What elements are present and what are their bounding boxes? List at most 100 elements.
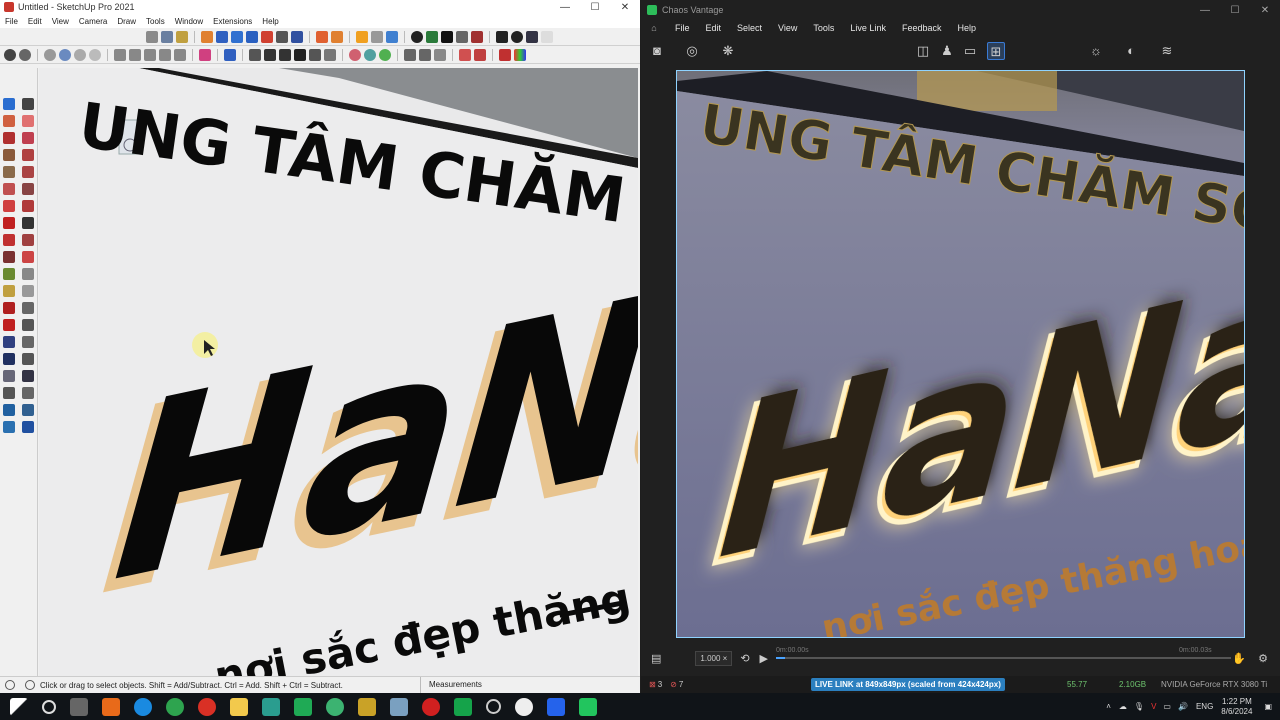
sandbox-icon[interactable] [3, 404, 15, 416]
network-icon[interactable]: ▭ [1163, 702, 1171, 711]
wireframe-icon[interactable] [264, 48, 276, 61]
smoove-icon[interactable] [22, 404, 34, 416]
geo-location-icon[interactable] [5, 680, 15, 690]
app-icon-10[interactable] [515, 697, 533, 716]
clapper-icon[interactable]: ▤ [651, 652, 661, 665]
section-cut-icon[interactable] [364, 48, 376, 61]
search-icon[interactable] [42, 699, 56, 714]
front-view-icon[interactable] [144, 48, 156, 61]
camera-icon[interactable]: ◫ [914, 42, 932, 60]
app-icon-5[interactable] [326, 697, 344, 716]
position-camera-icon[interactable] [3, 370, 15, 382]
timeline-zoom[interactable]: 1.000 × [695, 650, 733, 666]
menu-file[interactable]: File [0, 17, 23, 26]
menu-window[interactable]: Window [170, 17, 208, 26]
orbit-tool-icon[interactable] [3, 319, 15, 331]
sketchup-taskbar-icon[interactable] [547, 697, 565, 716]
circle-tool-icon[interactable] [3, 166, 15, 178]
zoom-extents-icon[interactable] [3, 353, 15, 365]
vantage-close-button[interactable]: ✕ [1250, 5, 1280, 16]
3pt-arc-icon[interactable] [3, 200, 15, 212]
solid-tools-icon[interactable] [474, 48, 486, 61]
vantage-menu-select[interactable]: Select [729, 23, 770, 33]
edge-icon[interactable] [134, 697, 152, 716]
sun-icon[interactable]: ☼ [1087, 42, 1105, 60]
zoom-extents-icon[interactable] [89, 48, 101, 61]
hand-icon[interactable]: ✋ [1232, 652, 1246, 665]
rectangle-tool-icon[interactable] [3, 149, 15, 161]
render-settings-icon[interactable]: ◎ [683, 42, 701, 60]
section-fill-icon[interactable] [379, 48, 391, 61]
app-icon-3[interactable] [262, 697, 280, 716]
cloud-icon[interactable] [471, 30, 483, 43]
zoom-window-icon[interactable] [22, 336, 34, 348]
vantage-render-viewport[interactable]: UNG TÂM CHĂM SÓC S HaNa Sp HaNa Sp nơi s… [676, 70, 1245, 638]
palette-icon[interactable] [514, 48, 526, 61]
app-icon-8[interactable] [454, 697, 472, 716]
back-view-icon[interactable] [174, 48, 186, 61]
rotate-tool-icon[interactable] [3, 234, 15, 246]
look-around-icon[interactable] [3, 387, 15, 399]
sketchup-viewport[interactable]: UNG TÂM CHĂM SÓC S HaNa Sp HaNa Sp nơi s… [39, 68, 638, 676]
pan-tool-icon[interactable] [22, 319, 34, 331]
select-tool-icon[interactable] [3, 98, 15, 110]
clock[interactable]: 1:22 PM 8/6/2024 [1221, 697, 1252, 717]
vray-icon[interactable] [4, 48, 16, 61]
live-link-badge[interactable]: LIVE LINK at 849x849px (scaled from 424x… [811, 678, 1005, 691]
vantage-menu-live-link[interactable]: Live Link [842, 23, 894, 33]
move-tool-icon[interactable] [3, 217, 15, 229]
home-icon[interactable]: ⌂ [641, 23, 667, 33]
chrome-icon[interactable] [198, 697, 216, 716]
components-icon[interactable] [459, 48, 471, 61]
task-view-icon[interactable] [70, 697, 88, 716]
menu-tools[interactable]: Tools [141, 17, 170, 26]
tape-measure-icon[interactable] [3, 268, 15, 280]
menu-edit[interactable]: Edit [23, 17, 47, 26]
file-explorer-icon[interactable] [230, 697, 248, 716]
vantage-menu-feedback[interactable]: Feedback [894, 23, 950, 33]
warning-icon[interactable]: ⊘ [670, 680, 677, 689]
cloud-tray-icon[interactable]: ☁ [1119, 702, 1127, 711]
scissors-icon[interactable] [276, 30, 288, 43]
layers-icon[interactable] [404, 48, 416, 61]
chat-icon[interactable] [541, 30, 553, 43]
3d-warehouse-icon[interactable] [386, 30, 398, 43]
render-icon[interactable] [499, 48, 511, 61]
text-tool-icon[interactable] [22, 285, 34, 297]
textured-icon[interactable] [324, 48, 336, 61]
close-button[interactable]: ✕ [610, 2, 640, 13]
chevron-up-icon[interactable]: ˄ [1106, 702, 1111, 711]
offset-icon[interactable] [291, 30, 303, 43]
offset-tool-icon[interactable] [22, 251, 34, 263]
refresh-icon[interactable] [371, 30, 383, 43]
right-view-icon[interactable] [159, 48, 171, 61]
app-icon-2[interactable] [166, 697, 184, 716]
push-pull-icon[interactable] [231, 30, 243, 43]
loop-icon[interactable]: ⟲ [740, 652, 749, 665]
hidden-line-icon[interactable] [279, 48, 291, 61]
axes-tool-icon[interactable] [3, 302, 15, 314]
viewport-icon[interactable]: ▭ [961, 42, 979, 60]
3d-text-icon[interactable] [22, 302, 34, 314]
credits-icon[interactable] [25, 680, 35, 690]
extension-warehouse-icon[interactable] [356, 30, 368, 43]
eraser-icon[interactable] [201, 30, 213, 43]
environment-icon[interactable]: ❋ [719, 42, 737, 60]
app-icon-1[interactable] [102, 697, 120, 716]
plus-icon[interactable] [411, 30, 423, 43]
pie-tool-icon[interactable] [22, 183, 34, 195]
info-icon[interactable] [511, 30, 523, 43]
start-button[interactable] [10, 697, 28, 716]
error-icon[interactable]: ⊠ [649, 680, 656, 689]
paint-bucket-icon[interactable] [216, 30, 228, 43]
maximize-button[interactable]: ☐ [580, 2, 610, 13]
language-indicator[interactable]: ENG [1196, 702, 1213, 711]
line-tool-icon[interactable] [146, 30, 158, 43]
scale-icon[interactable] [316, 30, 328, 43]
post-effects-icon[interactable]: ≋ [1158, 42, 1176, 60]
vantage-taskbar-icon[interactable] [579, 697, 597, 716]
top-view-icon[interactable] [129, 48, 141, 61]
move-icon[interactable] [261, 30, 273, 43]
app-icon-9[interactable] [486, 699, 501, 714]
app-icon-7[interactable] [390, 697, 408, 716]
